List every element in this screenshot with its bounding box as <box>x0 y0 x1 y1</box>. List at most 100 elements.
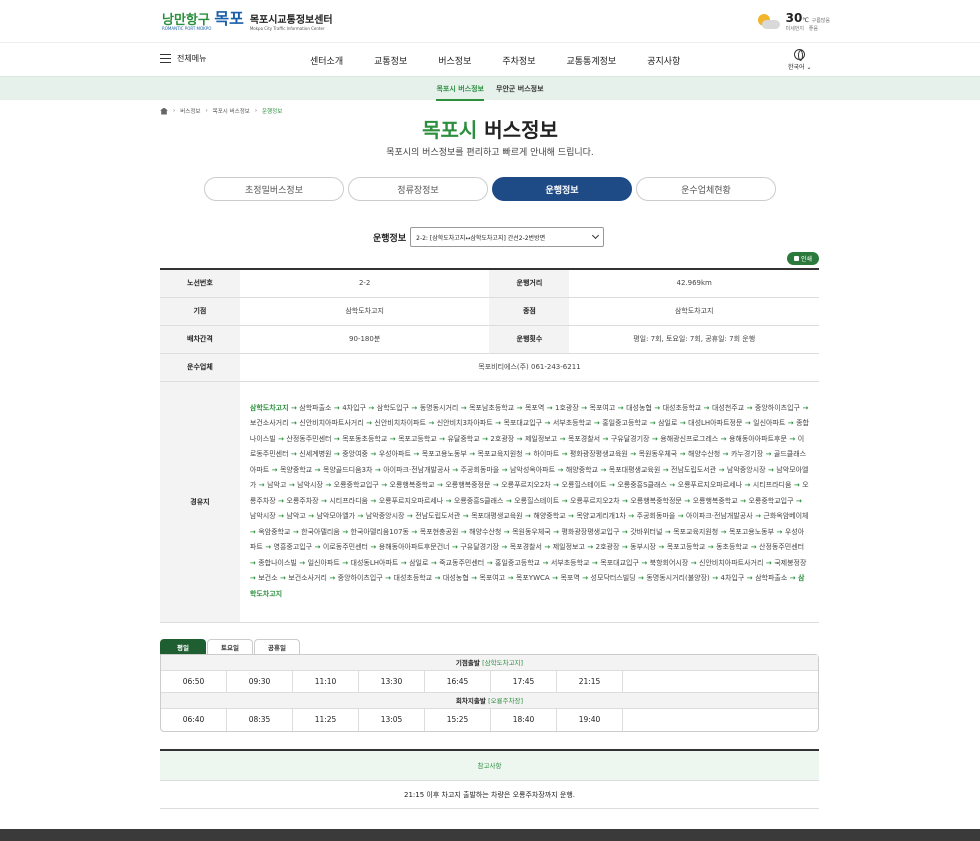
note-title: 참고사항 <box>160 751 819 781</box>
arrow-right-icon: → <box>449 543 461 552</box>
site-logo[interactable]: 낭만항구 목포 ROMANTIC PORT MOKPO 목포시교통정보센터 Mo… <box>162 9 333 32</box>
arrow-right-icon: → <box>774 527 785 536</box>
nav-item-parking[interactable]: 주차정보 <box>502 54 535 67</box>
arrow-right-icon: → <box>791 481 803 490</box>
tab-weekday[interactable]: 평일 <box>160 639 206 654</box>
arrow-right-icon: → <box>579 574 591 583</box>
arrow-right-icon: → <box>589 558 601 567</box>
via-stop: 대성동LH아파트 <box>350 558 399 567</box>
arrow-right-icon: → <box>666 481 678 490</box>
arrow-right-icon: → <box>331 434 343 443</box>
arrow-right-icon: → <box>625 512 637 521</box>
city-logo: 낭만항구 목포 ROMANTIC PORT MOKPO <box>162 9 244 31</box>
arrow-right-icon: → <box>468 574 480 583</box>
via-stop: 목포대평생교육원 <box>471 512 523 521</box>
arrow-right-icon: → <box>249 558 259 567</box>
via-stop: 제일정보고 <box>524 434 558 443</box>
nav-item-center[interactable]: 센터소개 <box>310 54 343 67</box>
arrow-right-icon: → <box>249 574 259 583</box>
arrow-right-icon: → <box>584 543 596 552</box>
end-label: 종점 <box>489 297 570 326</box>
via-stop: 신안비치아파트사거리 <box>699 558 764 567</box>
arrow-right-icon: → <box>479 434 491 443</box>
via-stop: 목포고등학교 <box>666 543 706 552</box>
arrow-right-icon: → <box>443 496 454 505</box>
tab-stop-info[interactable]: 정류장정보 <box>348 177 488 201</box>
via-stop: 목포교육지원청 <box>673 527 719 536</box>
nav-item-traffic[interactable]: 교통정보 <box>374 54 407 67</box>
arrow-right-icon: → <box>256 481 268 490</box>
via-stop: 오룡푸르지오파르세나 <box>378 496 444 505</box>
tab-company-status[interactable]: 운수업체현황 <box>636 177 776 201</box>
via-stop: 삼일로 <box>409 558 429 567</box>
via-stop: 일신아파트 <box>753 419 786 428</box>
via-stop: 홍일중고등학교 <box>495 558 541 567</box>
via-stop: 대성초등학교 <box>393 574 433 583</box>
arrow-right-icon: → <box>322 481 334 490</box>
via-stop: 죽교동주민센터 <box>439 558 485 567</box>
tab-saturday[interactable]: 토요일 <box>207 639 253 654</box>
arrow-right-icon: → <box>716 465 727 474</box>
departure-time: 09:30 <box>227 671 293 692</box>
print-button[interactable]: 인쇄 <box>787 252 819 265</box>
via-stop: 서부초등학교 <box>550 558 590 567</box>
route-no-value: 2-2 <box>239 269 490 298</box>
via-stop: 카누경기장 <box>730 450 764 459</box>
via-stop: 갓바위터널 <box>630 527 663 536</box>
nav-item-statistics[interactable]: 교통통계정보 <box>567 54 617 67</box>
interval-value: 90-180분 <box>239 325 490 354</box>
via-stop: 목포여고 <box>589 403 616 412</box>
arrow-right-icon: → <box>339 558 351 567</box>
via-stop: 2호광장 <box>490 434 515 443</box>
via-stop: 남악중앙시장 <box>726 465 766 474</box>
all-menu-label: 전체메뉴 <box>177 54 207 63</box>
arrow-right-icon: → <box>677 419 689 428</box>
arrow-right-icon: → <box>748 543 760 552</box>
temperature: 30℃ <box>785 10 810 25</box>
via-stop: 주공회동마을 <box>636 512 676 521</box>
language-select[interactable]: 한국어 ⌄ <box>788 49 812 71</box>
via-stop: 오룡행복중정문 <box>445 481 491 490</box>
route-select[interactable]: 2-2: [삼학도차고지↔삼학도차고지] 간선2-2번방면 <box>410 227 605 247</box>
arrow-right-icon: → <box>606 481 618 490</box>
via-stop: 목포남초등학교 <box>469 403 515 412</box>
arrow-right-icon: → <box>410 450 422 459</box>
via-stop: 목포교육지원청 <box>477 450 523 459</box>
note-text: 21:15 이후 차고지 출발하는 차량은 오룡주차장까지 운행. <box>160 781 819 809</box>
via-stop: 대성천주교 <box>711 403 745 412</box>
arrow-right-icon: → <box>619 527 631 536</box>
company-value: 목포비티에스(주) 061-243-6211 <box>239 353 819 382</box>
via-stop: 구유달경기장 <box>460 543 499 552</box>
arrow-right-icon: → <box>436 434 448 443</box>
arrow-right-icon: → <box>541 543 553 552</box>
nav-item-notice[interactable]: 공지사항 <box>647 54 680 67</box>
subnav-muan-bus[interactable]: 무안군 버스정보 <box>496 84 544 94</box>
timetable: 기점출발 [삼학도차고지] 06:50 09:30 11:10 13:30 16:45 1… <box>160 654 819 732</box>
all-menu-button[interactable]: 전체메뉴 <box>160 53 206 64</box>
arrow-right-icon: → <box>288 450 300 459</box>
printer-icon <box>793 256 799 261</box>
via-stop: 대성LH아파트정문 <box>688 419 743 428</box>
arrow-right-icon: → <box>763 558 775 567</box>
arrow-right-icon: → <box>296 558 308 567</box>
departure-time: 11:10 <box>293 671 359 692</box>
via-stop: 오룡푸르지오2차 <box>501 481 551 490</box>
chevron-down-icon: ⌄ <box>806 64 812 71</box>
route-select-label: 운행정보 <box>373 233 407 244</box>
departure-time: 18:40 <box>491 709 557 731</box>
via-stop: 용해광신프로그레스 <box>660 434 719 443</box>
via-stop: 남악모아엘가 <box>316 512 356 521</box>
arrow-right-icon: → <box>305 512 317 521</box>
arrow-right-icon: → <box>492 419 504 428</box>
tab-holiday[interactable]: 공휴일 <box>254 639 300 654</box>
nav-item-bus[interactable]: 버스정보 <box>438 54 471 67</box>
arrow-right-icon: → <box>627 450 639 459</box>
tab-realtime-bus[interactable]: 초정밀버스정보 <box>204 177 344 201</box>
arrow-right-icon: → <box>649 434 661 443</box>
arrow-right-icon: → <box>367 496 379 505</box>
subnav-mokpo-bus[interactable]: 목포시 버스정보 <box>436 84 484 101</box>
tab-operation-info[interactable]: 운행정보 <box>492 177 632 201</box>
weather-desc: 구름많음 <box>811 17 830 24</box>
arrow-right-icon: → <box>800 403 809 412</box>
via-stop: 아이파크·전남개발공사 <box>383 465 450 474</box>
